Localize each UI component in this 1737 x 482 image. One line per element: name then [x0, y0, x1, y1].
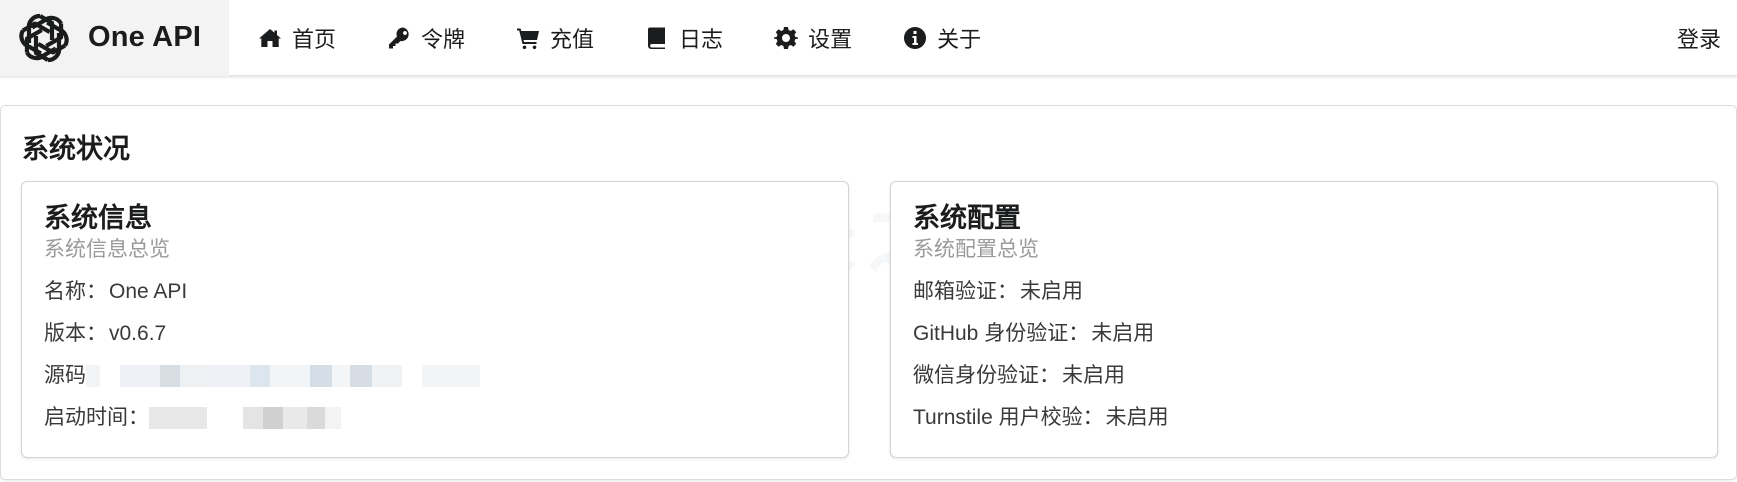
row-label: 名称： [44, 280, 107, 303]
brand[interactable]: One API [0, 0, 229, 76]
nav-item-label: 充值 [550, 26, 595, 52]
config-row-email: 邮箱验证： 未启用 [913, 271, 1695, 313]
redacted-startup-time [149, 405, 341, 431]
info-row-name: 名称： One API [44, 271, 826, 313]
openai-logo-icon [19, 13, 69, 62]
system-config-card: 系统配置 系统配置总览 邮箱验证： 未启用 GitHub 身份验证： 未启用 微… [890, 181, 1718, 458]
row-label: 启动时间： [44, 406, 149, 429]
row-value: v0.6.7 [109, 322, 167, 345]
config-row-turnstile: Turnstile 用户校验： 未启用 [913, 397, 1695, 439]
row-label: GitHub 身份验证： [913, 322, 1090, 345]
row-label: Turnstile 用户校验： [913, 406, 1104, 429]
cart-icon [517, 28, 540, 49]
row-label: 微信身份验证： [913, 364, 1060, 387]
system-info-card: 系统信息 系统信息总览 名称： One API 版本： v0.6.7 源码 启动… [21, 181, 849, 458]
gear-icon [774, 26, 799, 49]
row-value: 未启用 [1062, 364, 1125, 387]
info-icon [904, 26, 927, 49]
top-navbar: One API 首页 令牌 充值 日志 设置 关于 登录 [0, 0, 1737, 76]
info-row-version: 版本： v0.6.7 [44, 313, 826, 355]
row-value: 未启用 [1105, 406, 1169, 429]
system-status-panel: 系统状况 站长之家 系统信息 系统信息总览 名称： One API 版本： v0… [0, 105, 1737, 480]
nav-item-label: 关于 [937, 26, 982, 52]
page-title: 系统状况 [22, 134, 130, 164]
redacted-source-link[interactable] [86, 363, 480, 389]
card-header: 系统配置 [913, 203, 1021, 233]
row-value: One API [109, 280, 188, 303]
nav-item-topup[interactable]: 充值 [511, 0, 614, 76]
row-label: 源码 [44, 364, 86, 387]
nav-item-settings[interactable]: 设置 [769, 0, 872, 76]
nav-item-label: 令牌 [421, 26, 466, 52]
home-icon [259, 28, 281, 47]
nav-item-label: 日志 [679, 26, 724, 52]
info-row-source: 源码 [44, 355, 826, 397]
nav-item-about[interactable]: 关于 [898, 0, 1001, 76]
card-meta: 系统信息总览 [44, 238, 170, 261]
config-row-wechat: 微信身份验证： 未启用 [913, 355, 1695, 397]
nav-item-tokens[interactable]: 令牌 [382, 0, 485, 76]
nav-item-home[interactable]: 首页 [253, 0, 356, 76]
row-value: 未启用 [1020, 280, 1083, 303]
row-label: 邮箱验证： [913, 280, 1018, 303]
card-header: 系统信息 [44, 203, 152, 233]
key-icon [389, 27, 409, 48]
brand-name: One API [88, 21, 202, 53]
nav-menu: 首页 令牌 充值 日志 设置 关于 [253, 0, 1027, 76]
book-icon [648, 27, 666, 49]
config-row-github: GitHub 身份验证： 未启用 [913, 313, 1695, 355]
row-value: 未启用 [1091, 322, 1155, 345]
nav-item-logs[interactable]: 日志 [640, 0, 743, 76]
login-button[interactable]: 登录 [1677, 0, 1721, 76]
card-meta: 系统配置总览 [913, 238, 1039, 261]
nav-item-label: 设置 [808, 26, 853, 52]
row-label: 版本： [44, 322, 107, 345]
nav-item-label: 首页 [292, 26, 337, 52]
info-row-startup-time: 启动时间： [44, 397, 826, 439]
